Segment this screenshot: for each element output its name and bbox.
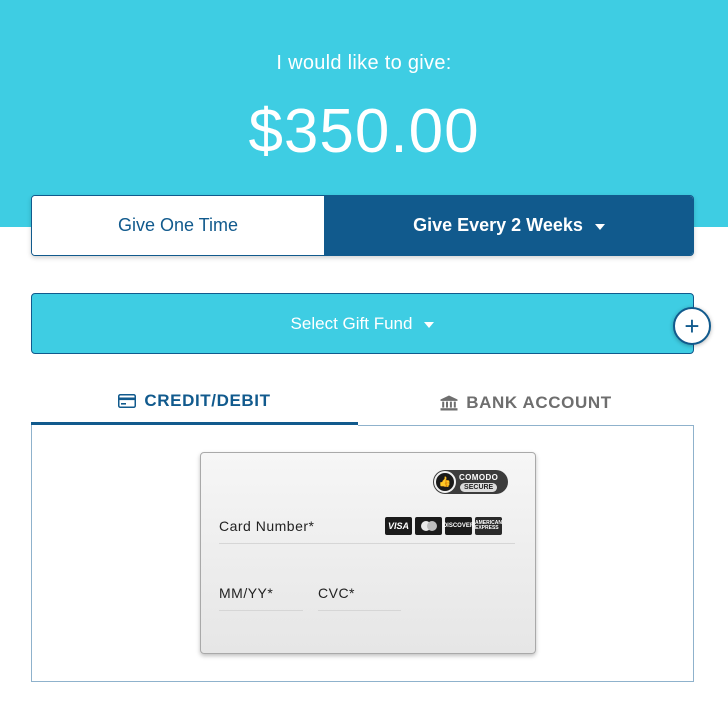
comodo-secure-badge: 👍 COMODO SECURE (433, 470, 508, 494)
amount-header: I would like to give: $350.00 (0, 0, 728, 227)
card-number-field[interactable]: Card Number* (219, 518, 314, 534)
credit-card-form: 👍 COMODO SECURE Card Number* VISA DISCOV… (200, 452, 536, 654)
tab-bank-account-label: BANK ACCOUNT (466, 392, 612, 412)
thumbs-up-icon: 👍 (434, 471, 456, 493)
cvc-underline (318, 610, 401, 611)
frequency-toggle: Give One Time Give Every 2 Weeks (31, 195, 694, 256)
amex-icon: AMERICAN EXPRESS (475, 517, 502, 535)
select-gift-fund-label: Select Gift Fund (290, 313, 413, 333)
give-one-time-button[interactable]: Give One Time (32, 196, 324, 255)
caret-down-icon (594, 223, 605, 230)
add-fund-button[interactable]: + (673, 307, 711, 345)
card-number-underline (219, 543, 515, 544)
discover-icon: DISCOVER (443, 517, 474, 535)
tab-credit-debit[interactable]: CREDIT/DEBIT (31, 380, 358, 425)
accepted-card-brands: VISA DISCOVER AMERICAN EXPRESS (385, 517, 502, 535)
card-number-label: Card Number* (219, 518, 315, 534)
plus-icon: + (684, 311, 700, 341)
security-badge-tag: SECURE (460, 482, 498, 492)
bank-icon (440, 395, 458, 411)
tab-credit-debit-label: CREDIT/DEBIT (144, 391, 271, 410)
caret-down-icon (424, 321, 435, 328)
mastercard-icon (415, 517, 442, 535)
give-recurring-dropdown[interactable]: Give Every 2 Weeks (324, 196, 693, 255)
tab-bank-account[interactable]: BANK ACCOUNT (358, 380, 694, 425)
visa-icon: VISA (385, 517, 412, 535)
give-prompt-label: I would like to give: (276, 52, 452, 74)
panel-divider (358, 425, 694, 426)
credit-card-icon (118, 394, 137, 408)
expiry-underline (219, 610, 303, 611)
select-gift-fund-dropdown[interactable]: Select Gift Fund (31, 293, 694, 354)
security-badge-brand: COMODO (459, 472, 499, 482)
gift-amount[interactable]: $350.00 (0, 96, 728, 167)
payment-method-tabs: CREDIT/DEBIT BANK ACCOUNT (31, 380, 694, 425)
cvc-label: CVC* (318, 585, 356, 601)
cvc-field[interactable]: CVC* (318, 585, 355, 601)
give-one-time-label: Give One Time (117, 215, 239, 235)
expiry-field[interactable]: MM/YY* (219, 585, 273, 601)
expiry-label: MM/YY* (219, 585, 274, 601)
give-recurring-label: Give Every 2 Weeks (413, 215, 583, 235)
